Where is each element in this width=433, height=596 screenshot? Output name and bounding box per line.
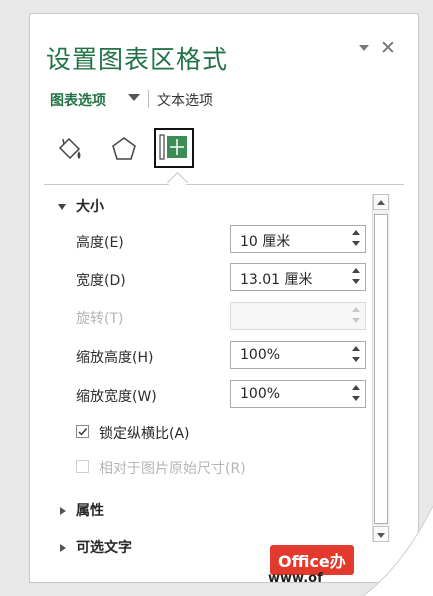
width-value[interactable]: 13.01 厘米: [240, 269, 313, 289]
rotation-label: 旋转(T): [76, 311, 124, 327]
relative-original-label: 相对于图片原始尺寸(R): [99, 461, 246, 477]
rotation-down-icon: [352, 318, 360, 323]
height-up-icon[interactable]: [352, 230, 360, 235]
scale-height-value[interactable]: 100%: [240, 347, 280, 363]
scale-width-stepper[interactable]: 100%: [230, 380, 366, 408]
tab-separator: [148, 90, 149, 108]
scale-width-up-icon[interactable]: [352, 385, 360, 390]
lock-aspect-checkbox[interactable]: [76, 425, 89, 438]
expand-alt-text-icon[interactable]: [60, 544, 66, 552]
width-label: 宽度(D): [76, 273, 126, 289]
rotation-up-icon: [352, 307, 360, 312]
tab-chart-options[interactable]: 图表选项: [50, 90, 106, 110]
rotation-stepper: [230, 302, 366, 330]
collapse-size-icon[interactable]: [58, 204, 66, 210]
properties-section-header[interactable]: 属性: [76, 500, 104, 520]
selected-tab-pointer: [166, 171, 189, 194]
checkmark-icon: [78, 428, 88, 436]
relative-original-checkbox: [76, 460, 89, 473]
effects-pentagon-icon[interactable]: [104, 130, 144, 170]
pane-options-caret-icon[interactable]: [358, 40, 370, 58]
scale-width-down-icon[interactable]: [352, 396, 360, 401]
chart-options-dropdown-icon[interactable]: [128, 94, 140, 101]
format-chart-area-pane: 设置图表区格式 ✕ 图表选项 文本选项 大小 高度(E) 10 厘米 宽度(D)…: [29, 13, 419, 583]
scale-width-value[interactable]: 100%: [240, 386, 280, 402]
lock-aspect-label[interactable]: 锁定纵横比(A): [99, 423, 190, 443]
scale-height-stepper[interactable]: 100%: [230, 341, 366, 369]
height-value[interactable]: 10 厘米: [240, 231, 290, 251]
tabs-divider: [44, 184, 404, 185]
height-stepper[interactable]: 10 厘米: [230, 225, 366, 253]
scale-height-label: 缩放高度(H): [76, 350, 154, 366]
width-up-icon[interactable]: [352, 268, 360, 273]
size-properties-icon[interactable]: [154, 128, 194, 168]
size-section-header[interactable]: 大小: [76, 196, 104, 216]
fill-line-icon[interactable]: [50, 130, 90, 170]
scroll-thumb[interactable]: [374, 214, 388, 524]
scale-height-up-icon[interactable]: [352, 346, 360, 351]
height-label: 高度(E): [76, 235, 124, 251]
watermark-url: www.of: [268, 571, 323, 586]
close-icon[interactable]: ✕: [380, 37, 396, 59]
scale-width-label: 缩放宽度(W): [76, 389, 157, 405]
width-stepper[interactable]: 13.01 厘米: [230, 263, 366, 291]
scale-height-down-icon[interactable]: [352, 357, 360, 362]
tab-text-options[interactable]: 文本选项: [157, 90, 213, 110]
width-down-icon[interactable]: [352, 279, 360, 284]
page-curl-decoration: [363, 506, 433, 596]
alt-text-section-header[interactable]: 可选文字: [76, 537, 132, 557]
height-down-icon[interactable]: [352, 241, 360, 246]
expand-properties-icon[interactable]: [60, 507, 66, 515]
scroll-up-button[interactable]: [373, 194, 389, 210]
pane-scrollbar[interactable]: [372, 194, 390, 542]
pane-title: 设置图表区格式: [46, 45, 229, 74]
